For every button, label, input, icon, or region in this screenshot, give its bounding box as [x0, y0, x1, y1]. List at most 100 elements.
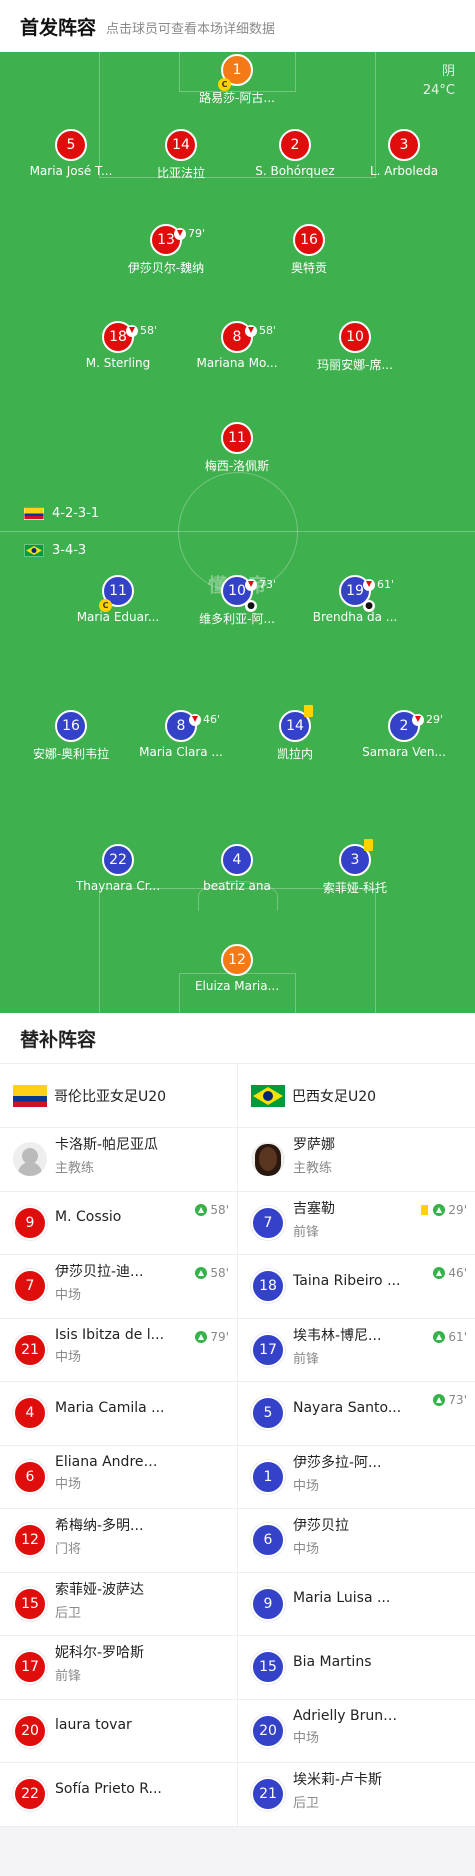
sub-name: 索菲娅-波萨达: [55, 1581, 145, 1598]
colombia-flag-icon: [13, 1084, 47, 1107]
sub-name: Nayara Santo...: [293, 1399, 402, 1416]
sub-row[interactable]: 4 Maria Camila ...: [0, 1382, 237, 1446]
player-away-19[interactable]: 19 61' ● Brendha da ...: [300, 575, 410, 624]
sub-row[interactable]: 20 laura tovar: [0, 1700, 237, 1763]
sub-name: 埃韦林-博尼...: [293, 1327, 382, 1344]
player-name: S. Bohórquez: [255, 164, 335, 178]
colombia-flag-icon: [24, 507, 44, 520]
player-away-22[interactable]: 22 Thaynara Cr...: [63, 844, 173, 893]
sub-row[interactable]: 17 妮科尔-罗哈斯 前锋: [0, 1636, 237, 1700]
coach-role: 主教练: [293, 1161, 333, 1177]
sub-in-icon: [195, 1330, 208, 1343]
lineup-hint: 点击球员可查看本场详细数据: [106, 22, 276, 37]
player-home-11[interactable]: 11 梅西-洛佩斯: [182, 422, 292, 474]
player-home-16[interactable]: 16 奥特贡: [254, 224, 364, 276]
sub-name: 希梅纳-多明...: [55, 1518, 144, 1535]
sub-position: 中场: [55, 1288, 82, 1304]
player-home-5[interactable]: 5 Maria José T...: [16, 129, 126, 178]
player-home-14[interactable]: 14 比亚法拉: [126, 129, 236, 181]
sub-in-indicator: 58': [195, 1266, 229, 1280]
player-home-10[interactable]: 10 玛丽安娜-席...: [300, 321, 410, 373]
player-number: 3: [399, 137, 409, 153]
sub-row[interactable]: 9 M. Cossio 58': [0, 1192, 237, 1255]
away-coach-row[interactable]: 罗萨娜 主教练: [238, 1128, 475, 1192]
player-away-2[interactable]: 2 29' Samara Ven...: [349, 710, 459, 759]
sub-position: 前锋: [55, 1669, 82, 1685]
home-formation-label: 4-2-3-1: [52, 506, 100, 521]
player-home-18[interactable]: 18 58' M. Sterling: [63, 321, 173, 370]
sub-row[interactable]: 21 Isis Ibitza de l... 中场 79': [0, 1319, 237, 1382]
sub-row[interactable]: 7 吉塞勒 前锋 29': [238, 1192, 475, 1255]
sub-row[interactable]: 6 伊莎贝拉 中场: [238, 1509, 475, 1573]
sub-row[interactable]: 7 伊莎贝拉-迪... 中场 58': [0, 1255, 237, 1319]
player-home-13[interactable]: 13 79' 伊莎贝尔-魏纳: [111, 224, 221, 276]
player-name: Samara Ven...: [362, 745, 446, 759]
sub-row[interactable]: 15 索菲娅-波萨达 后卫: [0, 1573, 237, 1636]
player-away-8[interactable]: 8 46' Maria Clara ...: [126, 710, 236, 759]
sub-name: Isis Ibitza de l...: [55, 1326, 165, 1343]
sub-in-indicator: 79': [195, 1330, 229, 1344]
sub-number: 6: [13, 1459, 47, 1494]
sub-position: 门将: [55, 1542, 82, 1558]
sub-number: 12: [13, 1523, 47, 1558]
sub-row[interactable]: 1 伊莎多拉-阿... 中场: [238, 1446, 475, 1509]
sub-row[interactable]: 15 Bia Martins: [238, 1636, 475, 1700]
sub-name: 伊莎多拉-阿...: [293, 1454, 382, 1471]
player-away-10[interactable]: 10 73' ● 维多利亚-阿...: [182, 575, 292, 627]
player-away-16[interactable]: 16 安娜-奥利韦拉: [16, 710, 126, 762]
sub-number: 15: [251, 1650, 285, 1685]
sub-row[interactable]: 18 Taina Ribeiro ... 46': [238, 1255, 475, 1319]
sub-number: 4: [13, 1396, 47, 1431]
team-headers: 哥伦比亚女足U20 巴西女足U20: [0, 1064, 475, 1128]
away-formation-label: 3-4-3: [52, 543, 87, 558]
lineup-header: 首发阵容 点击球员可查看本场详细数据: [0, 0, 475, 52]
player-home-gk[interactable]: 1C 路易莎-阿古...: [182, 54, 292, 106]
player-home-2[interactable]: 2 S. Bohórquez: [240, 129, 350, 178]
sub-row[interactable]: 22 Sofía Prieto R...: [0, 1763, 237, 1827]
sub-row[interactable]: 5 Nayara Santo... 73': [238, 1382, 475, 1446]
player-name: Mariana Mo...: [196, 356, 278, 370]
sub-off-icon: [245, 579, 257, 591]
sub-off-indicator: 79': [174, 220, 205, 248]
player-home-3[interactable]: 3 L. Arboleda: [349, 129, 459, 178]
sub-number: 9: [251, 1586, 285, 1621]
sub-row[interactable]: 20 Adrielly Bruna... 中场: [238, 1700, 475, 1763]
player-away-3[interactable]: 3 索菲娅-科托: [300, 839, 410, 896]
player-name: Maria José T...: [29, 164, 113, 178]
player-number: 16: [62, 718, 80, 734]
player-name: 路易莎-阿古...: [199, 91, 275, 105]
player-away-14[interactable]: 14 凯拉内: [240, 705, 350, 762]
player-number: 10: [346, 329, 364, 345]
sub-row[interactable]: 12 希梅纳-多明... 门将: [0, 1509, 237, 1573]
player-name: 安娜-奥利韦拉: [32, 747, 110, 761]
weather-temp: 24°C: [422, 83, 455, 98]
sub-name: 伊莎贝拉-迪...: [55, 1264, 144, 1281]
away-team-header: 巴西女足U20: [237, 1064, 475, 1127]
sub-number: 20: [13, 1713, 47, 1748]
weather: 阴 24°C: [423, 62, 455, 100]
player-number: 11: [228, 430, 246, 446]
home-coach-row[interactable]: 卡洛斯-帕尼亚瓜 主教练: [0, 1128, 237, 1192]
sub-row[interactable]: 9 Maria Luisa ...: [238, 1573, 475, 1636]
goal-ball-icon: ●: [245, 600, 257, 612]
player-away-gk[interactable]: 12 Eluiza Maria...: [182, 944, 292, 993]
sub-number: 9: [13, 1205, 47, 1240]
sub-in-icon: [433, 1330, 446, 1343]
sub-position: 后卫: [293, 1796, 320, 1812]
player-name: 比亚法拉: [156, 166, 205, 180]
player-number: 19: [346, 583, 364, 599]
player-name: 梅西-洛佩斯: [204, 459, 270, 473]
home-team-name: 哥伦比亚女足U20: [54, 1088, 167, 1105]
player-home-8[interactable]: 8 58' Mariana Mo...: [182, 321, 292, 370]
sub-name: Adrielly Bruna...: [293, 1707, 403, 1724]
player-away-4[interactable]: 4 beatriz ana: [182, 844, 292, 893]
away-team-name: 巴西女足U20: [292, 1088, 377, 1105]
coach-role: 主教练: [55, 1161, 95, 1177]
sub-row[interactable]: 6 Eliana Andrea... 中场: [0, 1446, 237, 1509]
player-away-11[interactable]: 11 C Maria Eduar...: [63, 575, 173, 624]
sub-name: 妮科尔-罗哈斯: [55, 1645, 145, 1662]
sub-row[interactable]: 21 埃米莉-卢卡斯 后卫: [238, 1763, 475, 1827]
sub-row[interactable]: 17 埃韦林-博尼... 前锋 61': [238, 1319, 475, 1382]
sub-in-icon: [195, 1267, 208, 1279]
sub-in-icon: [433, 1394, 446, 1406]
